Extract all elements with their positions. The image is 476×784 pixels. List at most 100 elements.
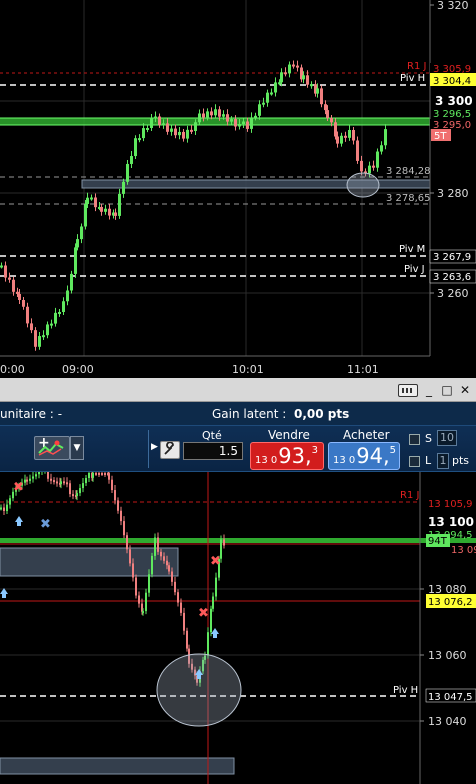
toolbar-divider — [148, 430, 149, 468]
candle-body — [171, 571, 173, 582]
quantity-input[interactable] — [183, 442, 243, 460]
candle-body — [132, 563, 134, 578]
low-value-a: 3 284,28 — [386, 166, 431, 177]
candle-body — [98, 472, 100, 475]
candle-body — [148, 574, 150, 593]
candle-body — [178, 131, 181, 136]
unit-info: unitaire : - — [0, 407, 62, 421]
candle-body — [254, 115, 257, 118]
pivj-value: 3 263,6 — [433, 272, 471, 283]
candle-body — [180, 602, 182, 613]
candle-body — [380, 145, 383, 152]
candle-body — [42, 335, 45, 338]
stop-points-input[interactable]: 10 — [437, 430, 457, 446]
candle-body — [207, 632, 209, 656]
candle-body — [210, 608, 212, 633]
buy-button[interactable]: 13 0 94, 5 — [328, 442, 400, 470]
candle-body — [262, 102, 265, 105]
buy-label: Acheter — [343, 428, 390, 442]
minimize-button[interactable]: _ — [422, 383, 436, 397]
candle-body — [162, 123, 165, 126]
stop-checkbox[interactable] — [409, 434, 420, 445]
candle-body — [58, 312, 61, 314]
pivm-label: Piv M — [399, 244, 425, 255]
limit-points-input[interactable]: 1 — [437, 453, 449, 469]
candle-body — [334, 122, 337, 137]
r1-value: 13 105,9 — [428, 499, 473, 510]
candle-body — [26, 479, 28, 482]
candle-body — [146, 128, 149, 130]
close-button[interactable]: ✕ — [458, 383, 472, 397]
keyboard-icon[interactable] — [398, 383, 418, 397]
candle-body — [186, 630, 188, 649]
candle-body — [60, 481, 62, 485]
candle-body — [320, 88, 323, 105]
candle-body — [280, 72, 283, 83]
candle-body — [84, 204, 87, 227]
sell-marker-icon: ✖ — [198, 606, 209, 621]
candle-body — [95, 472, 97, 475]
candle-body — [101, 472, 103, 475]
candle-body — [356, 140, 359, 161]
buy-price-prefix: 13 0 — [333, 455, 356, 466]
candle-body — [384, 129, 387, 146]
candle-body — [114, 490, 116, 501]
candle-body — [330, 118, 333, 123]
candle-body — [190, 129, 193, 132]
candle-body — [69, 483, 71, 495]
candle-body — [194, 122, 197, 131]
candle-body — [183, 612, 185, 631]
candle-body — [250, 117, 253, 129]
candle-body — [24, 479, 26, 483]
exit-marker-icon: ✖ — [40, 517, 51, 532]
green-zone — [0, 538, 476, 543]
candle-body — [302, 75, 305, 80]
strategy-button[interactable]: + — [34, 435, 70, 460]
sell-button[interactable]: 13 0 93, 3 — [250, 442, 324, 470]
restore-button[interactable]: □ — [440, 383, 454, 397]
candle-body — [108, 208, 111, 216]
candle-body — [9, 498, 11, 505]
candle-body — [76, 239, 79, 248]
candle-body — [63, 481, 65, 484]
candle-body — [170, 128, 173, 132]
st-tag-label: 5T — [434, 131, 447, 142]
limit-checkbox[interactable] — [409, 456, 420, 467]
time-tick: 0:00 — [0, 363, 25, 376]
lower-price-chart[interactable]: ✖ ✖ ✖ ✖ 13 100 13 080 13 060 13 040 R1 J… — [0, 472, 476, 784]
chevron-down-icon[interactable]: ▼ — [70, 436, 84, 460]
pivj-label: Piv J — [404, 264, 425, 275]
low-value-b: 3 278,65 — [386, 193, 431, 204]
candle-body — [79, 488, 81, 494]
candle-body — [122, 181, 125, 194]
upper-price-chart[interactable]: 3 320 3 280 3 260 3 300 R1 J 3 305,9 Piv… — [0, 0, 476, 378]
candle-body — [86, 197, 89, 204]
stop-label: S — [425, 432, 432, 445]
candle-body — [360, 160, 363, 172]
candle-body — [284, 72, 287, 75]
candle-body — [30, 323, 33, 331]
candle-body — [72, 494, 74, 497]
gain-label: Gain latent : — [212, 407, 287, 421]
candle-body — [34, 330, 37, 347]
position-info-bar: unitaire : - Gain latent : 0,00 pts — [0, 402, 476, 426]
candle-body — [117, 500, 119, 511]
pivh-label: Piv H — [393, 685, 418, 696]
candle-body — [70, 273, 73, 291]
candle-body — [258, 104, 261, 116]
wrench-icon[interactable] — [160, 441, 180, 459]
candle-body — [3, 507, 5, 511]
candle-body — [246, 121, 249, 129]
triangle-right-icon[interactable]: ▶ — [151, 442, 158, 452]
candle-body — [123, 521, 125, 536]
candle-body — [234, 119, 237, 127]
candle-body — [166, 560, 168, 566]
candle-body — [138, 595, 140, 604]
candle-body — [126, 535, 128, 550]
r1-label: R1 J — [407, 61, 426, 72]
candle-body — [56, 481, 58, 484]
candle-body — [92, 472, 94, 478]
panel-title-bar: _ □ ✕ — [0, 378, 476, 402]
candle-body — [336, 136, 339, 144]
pivm-value: 3 267,9 — [433, 252, 471, 263]
